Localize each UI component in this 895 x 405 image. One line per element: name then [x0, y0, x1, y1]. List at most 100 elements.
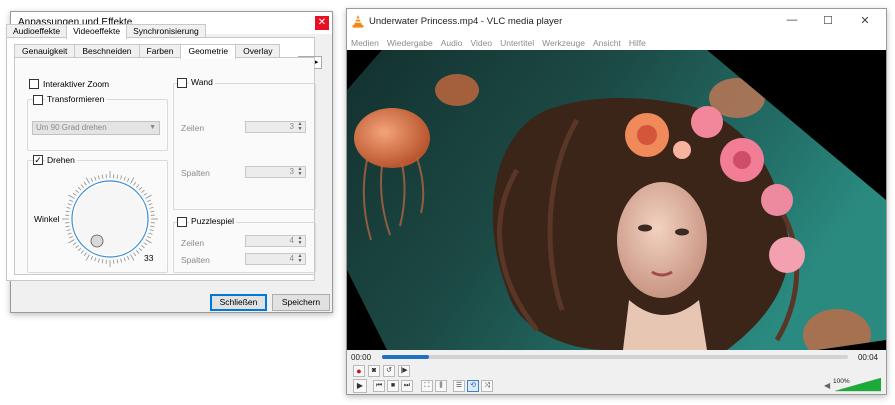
- tab-geometrie[interactable]: Geometrie: [180, 44, 237, 59]
- extended-settings-icon[interactable]: ⫼: [435, 380, 447, 392]
- puzzle-cols-label: Spalten: [181, 255, 210, 265]
- play-icon[interactable]: ▶: [353, 379, 367, 393]
- loop-ab-icon[interactable]: ↺: [383, 365, 395, 377]
- maximize-icon[interactable]: ☐: [820, 14, 836, 27]
- puzzle-cols-stepper[interactable]: 4 ▲ ▼: [245, 253, 306, 265]
- spin-arrows-icon[interactable]: ▲ ▼: [296, 122, 304, 132]
- dial-knob[interactable]: [90, 234, 104, 248]
- spin-arrows-icon[interactable]: ▲ ▼: [296, 236, 304, 246]
- dial-tick: [116, 259, 119, 264]
- wall-cols-label: Spalten: [181, 168, 210, 178]
- transform-select[interactable]: Um 90 Grad drehen ▼: [32, 121, 160, 135]
- chevron-down-icon: ▼: [149, 124, 156, 131]
- vlc-window: Underwater Princess.mp4 - VLC media play…: [346, 8, 887, 395]
- menu-hilfe[interactable]: Hilfe: [625, 35, 650, 51]
- minimize-icon[interactable]: —: [784, 14, 800, 26]
- transform-select-value: Um 90 Grad drehen: [36, 123, 107, 132]
- close-icon[interactable]: ✕: [857, 14, 873, 27]
- dial-tick: [83, 252, 87, 257]
- menu-wiedergabe[interactable]: Wiedergabe: [383, 35, 437, 51]
- dial-tick: [150, 225, 155, 228]
- camera-icon[interactable]: ◙: [368, 365, 380, 377]
- puzzle-checkbox[interactable]: [177, 217, 187, 227]
- rotate-checkbox[interactable]: ✓: [33, 155, 43, 165]
- dial-tick: [66, 229, 71, 232]
- angle-label: Winkel: [34, 214, 60, 224]
- vlc-title: Underwater Princess.mp4 - VLC media play…: [369, 16, 563, 27]
- menu-audio[interactable]: Audio: [437, 35, 467, 51]
- wall-rows-stepper[interactable]: 3 ▲ ▼: [245, 121, 306, 133]
- video-area[interactable]: [347, 50, 886, 350]
- dial-tick: [138, 186, 143, 191]
- tab-overlay[interactable]: Overlay: [235, 44, 281, 58]
- vlc-menubar: Medien Wiedergabe Audio Video Untertitel…: [347, 35, 886, 51]
- volume-slider[interactable]: [835, 378, 881, 392]
- time-total: 00:04: [857, 353, 878, 362]
- dial-tick: [123, 176, 126, 181]
- transform-label: Transformieren: [45, 94, 107, 104]
- seek-slider[interactable]: [382, 355, 848, 359]
- menu-werkzeuge[interactable]: Werkzeuge: [538, 35, 589, 51]
- dial-tick: [146, 235, 151, 239]
- dial-tick: [67, 232, 72, 235]
- dial-tick: [94, 257, 97, 262]
- dial-tick: [126, 178, 130, 183]
- frame-step-icon[interactable]: |▶: [398, 365, 410, 377]
- dial-tick: [67, 203, 72, 206]
- playlist-icon[interactable]: ☰: [453, 380, 465, 392]
- time-elapsed: 00:00: [351, 353, 372, 362]
- menu-video[interactable]: Video: [466, 35, 496, 51]
- spin-arrows-icon[interactable]: ▲ ▼: [296, 167, 304, 177]
- dial-tick: [116, 174, 119, 179]
- tab-videoeffekte[interactable]: Videoeffekte: [66, 24, 128, 39]
- dialog-close-icon[interactable]: ✕: [315, 16, 329, 30]
- rotate-label: Drehen: [45, 155, 77, 165]
- wall-cols-stepper[interactable]: 3 ▲ ▼: [245, 166, 306, 178]
- dial-tick: [90, 255, 94, 260]
- close-button[interactable]: Schließen: [210, 294, 267, 311]
- dial-tick: [130, 254, 135, 261]
- transform-checkbox[interactable]: [33, 95, 43, 105]
- spin-arrows-icon[interactable]: ▲ ▼: [296, 254, 304, 264]
- stop-icon[interactable]: ■: [387, 380, 399, 392]
- fullscreen-icon[interactable]: ⛶: [421, 380, 433, 392]
- dial-tick: [146, 199, 151, 203]
- dial-tick: [77, 247, 82, 252]
- dial-tick: [80, 250, 84, 254]
- wall-checkbox[interactable]: [177, 78, 187, 88]
- dial-tick: [120, 175, 123, 180]
- shuffle-icon[interactable]: ⤨: [481, 380, 493, 392]
- speaker-icon[interactable]: ◀: [824, 381, 830, 390]
- record-icon[interactable]: ●: [353, 365, 365, 377]
- dial-tick: [126, 255, 130, 260]
- dial-tick: [148, 203, 153, 206]
- tab-genauigkeit[interactable]: Genauigkeit: [14, 44, 76, 58]
- dial-tick: [90, 178, 94, 183]
- seek-progress: [382, 355, 429, 359]
- tab-farben[interactable]: Farben: [138, 44, 182, 58]
- tab-audioeffekte[interactable]: Audioeffekte: [6, 24, 68, 38]
- dial-tick: [65, 225, 70, 228]
- dial-tick: [68, 194, 75, 199]
- menu-ansicht[interactable]: Ansicht: [589, 35, 625, 51]
- dial-tick: [85, 254, 90, 261]
- puzzle-rows-label: Zeilen: [181, 238, 205, 248]
- next-icon[interactable]: ⏭: [401, 380, 413, 392]
- menu-medien[interactable]: Medien: [347, 35, 383, 51]
- save-button[interactable]: Speichern: [272, 294, 330, 311]
- tab-synchronisierung[interactable]: Synchronisierung: [126, 24, 206, 38]
- menu-untertitel[interactable]: Untertitel: [496, 35, 538, 51]
- loop-icon[interactable]: ⟲: [467, 380, 479, 392]
- previous-icon[interactable]: ⏮: [373, 380, 385, 392]
- puzzle-cols-value: 4: [289, 254, 294, 263]
- dial-tick: [145, 239, 152, 244]
- dial-tick: [148, 232, 153, 235]
- puzzle-rows-value: 4: [289, 236, 294, 245]
- interactive-zoom-checkbox[interactable]: [29, 79, 39, 89]
- interactive-zoom-label: Interaktiver Zoom: [43, 79, 110, 89]
- puzzle-rows-stepper[interactable]: 4 ▲ ▼: [245, 235, 306, 247]
- tab-beschneiden[interactable]: Beschneiden: [74, 44, 140, 58]
- vlc-titlebar: Underwater Princess.mp4 - VLC media play…: [347, 9, 886, 35]
- dial-tick: [150, 210, 155, 213]
- wall-cols-value: 3: [289, 167, 294, 176]
